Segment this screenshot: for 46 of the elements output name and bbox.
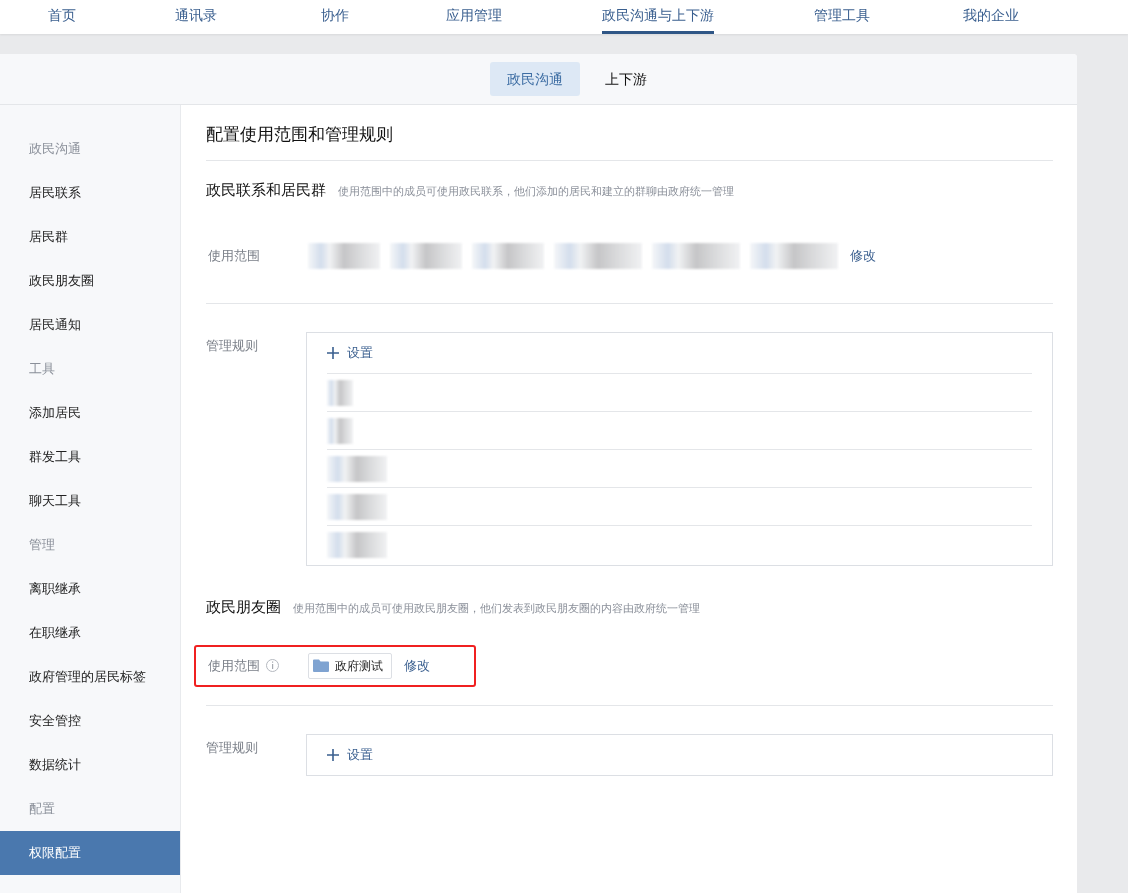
sidebar-item[interactable]: 在职继承 (0, 611, 180, 655)
blurred-tag (308, 243, 380, 269)
section-title: 政民联系和居民群 (206, 179, 326, 200)
nav-tab[interactable]: 应用管理 (446, 0, 502, 34)
sidebar-group-label: 配置 (28, 800, 56, 819)
field-label: 管理规则 (206, 738, 259, 757)
edit-link[interactable]: 修改 (404, 655, 430, 676)
folder-icon (313, 659, 329, 672)
field-label: 使用范围 (208, 656, 260, 675)
page-title: 配置使用范围和管理规则 (206, 122, 1053, 161)
add-rule-button[interactable]: 设置 (327, 734, 373, 775)
field-label: 管理规则 (206, 337, 259, 355)
sub-tab[interactable]: 上下游 (587, 62, 664, 96)
sidebar-item[interactable]: 权限配置 (0, 831, 180, 875)
sidebar-item[interactable]: 数据统计 (0, 743, 180, 787)
sidebar-item[interactable]: 居民群 (0, 215, 180, 259)
blurred-tag (472, 243, 544, 269)
sidebar-item[interactable]: 政民朋友圈 (0, 259, 180, 303)
nav-tab[interactable]: 我的企业 (963, 0, 1019, 34)
section-title: 政民朋友圈 (206, 597, 281, 617)
field-label: 使用范围 (208, 247, 260, 266)
plus-icon (327, 347, 339, 359)
nav-tab[interactable]: 首页 (48, 0, 76, 34)
sub-tab[interactable]: 政民沟通 (489, 62, 580, 96)
nav-tab[interactable]: 管理工具 (814, 0, 870, 34)
sidebar-item[interactable]: 居民通知 (0, 303, 180, 347)
sidebar-group-label: 政民沟通 (28, 140, 82, 159)
nav-tab[interactable]: 通讯录 (175, 0, 217, 34)
department-tag: 政府测试 (308, 652, 392, 679)
add-rule-button[interactable]: 设置 (327, 333, 373, 373)
sidebar-item[interactable]: 群发工具 (0, 435, 180, 479)
sidebar-item[interactable]: 聊天工具 (0, 479, 180, 523)
sidebar-item[interactable]: 安全管控 (0, 699, 180, 743)
sidebar-item[interactable]: 政府管理的居民标签 (0, 655, 180, 699)
sidebar-item[interactable]: 添加居民 (0, 391, 180, 435)
nav-tab[interactable]: 协作 (321, 0, 349, 34)
edit-link[interactable]: 修改 (850, 246, 876, 266)
sidebar-group-label: 管理 (28, 536, 56, 555)
plus-icon (327, 748, 339, 761)
blurred-tag (390, 243, 462, 269)
sidebar-item[interactable]: 离职继承 (0, 567, 180, 611)
sidebar-item[interactable]: 居民联系 (0, 171, 180, 215)
sidebar-group-label: 工具 (28, 360, 56, 379)
nav-tab[interactable]: 政民沟通与上下游 (602, 0, 714, 34)
section-description: 使用范围中的成员可使用政民朋友圈，他们发表到政民朋友圈的内容由政府统一管理 (293, 601, 700, 616)
section-description: 使用范围中的成员可使用政民联系，他们添加的居民和建立的群聊由政府统一管理 (338, 183, 734, 199)
